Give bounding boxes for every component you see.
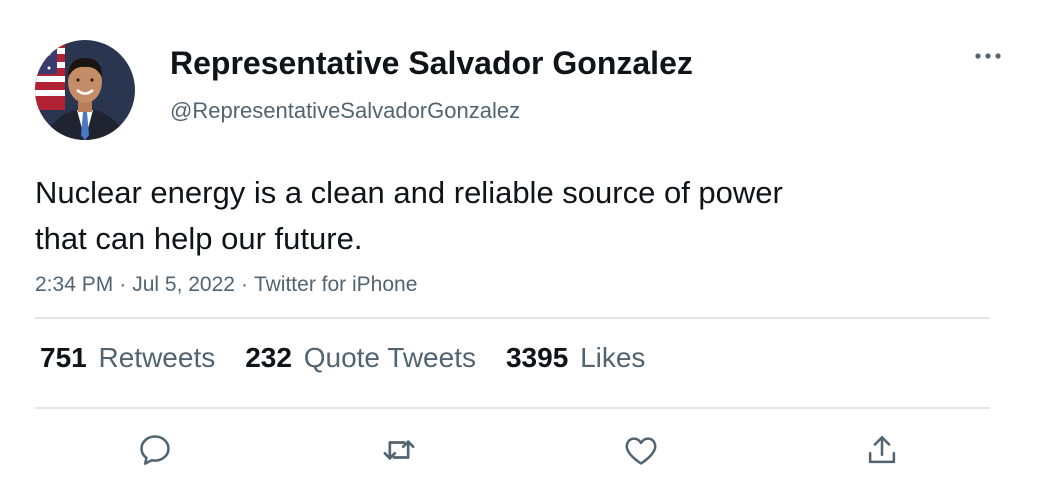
quote-tweets-stat[interactable]: 232 Quote Tweets [245, 340, 476, 376]
divider [35, 317, 990, 319]
reply-icon [140, 435, 170, 465]
more-options-button[interactable] [968, 42, 1008, 70]
engagement-stats: 751 Retweets 232 Quote Tweets 3395 Likes [40, 340, 675, 376]
meta-separator: · [119, 273, 127, 296]
tweet-text: Nuclear energy is a clean and reliable s… [35, 175, 783, 256]
divider [35, 407, 990, 409]
quote-tweets-label: Quote Tweets [303, 342, 476, 373]
meta-separator: · [240, 273, 248, 296]
retweet-icon [383, 440, 415, 460]
quote-tweets-count: 232 [245, 342, 292, 373]
more-icon [975, 53, 1001, 59]
display-name[interactable]: Representative Salvador Gonzalez [170, 44, 693, 82]
like-icon [625, 437, 657, 465]
retweet-button[interactable] [377, 428, 421, 472]
retweets-count: 751 [40, 342, 87, 373]
share-icon [868, 436, 896, 464]
like-button[interactable] [619, 428, 663, 472]
user-handle[interactable]: @RepresentativeSalvadorGonzalez [170, 97, 520, 125]
avatar[interactable] [35, 40, 135, 140]
tweet-date[interactable]: Jul 5, 2022 [132, 273, 235, 296]
reply-button[interactable] [133, 428, 177, 472]
tweet-card: Representative Salvador Gonzalez @Repres… [0, 0, 1050, 480]
retweets-label: Retweets [98, 342, 216, 373]
tweet-source[interactable]: Twitter for iPhone [254, 273, 417, 296]
retweets-stat[interactable]: 751 Retweets [40, 340, 215, 376]
tweet-meta: 2:34 PM · Jul 5, 2022 · Twitter for iPhone [35, 271, 417, 299]
avatar-photo [35, 40, 135, 140]
likes-label: Likes [580, 342, 646, 373]
likes-stat[interactable]: 3395 Likes [506, 340, 645, 376]
likes-count: 3395 [505, 342, 569, 373]
share-button[interactable] [860, 428, 904, 472]
tweet-time[interactable]: 2:34 PM [35, 273, 113, 296]
